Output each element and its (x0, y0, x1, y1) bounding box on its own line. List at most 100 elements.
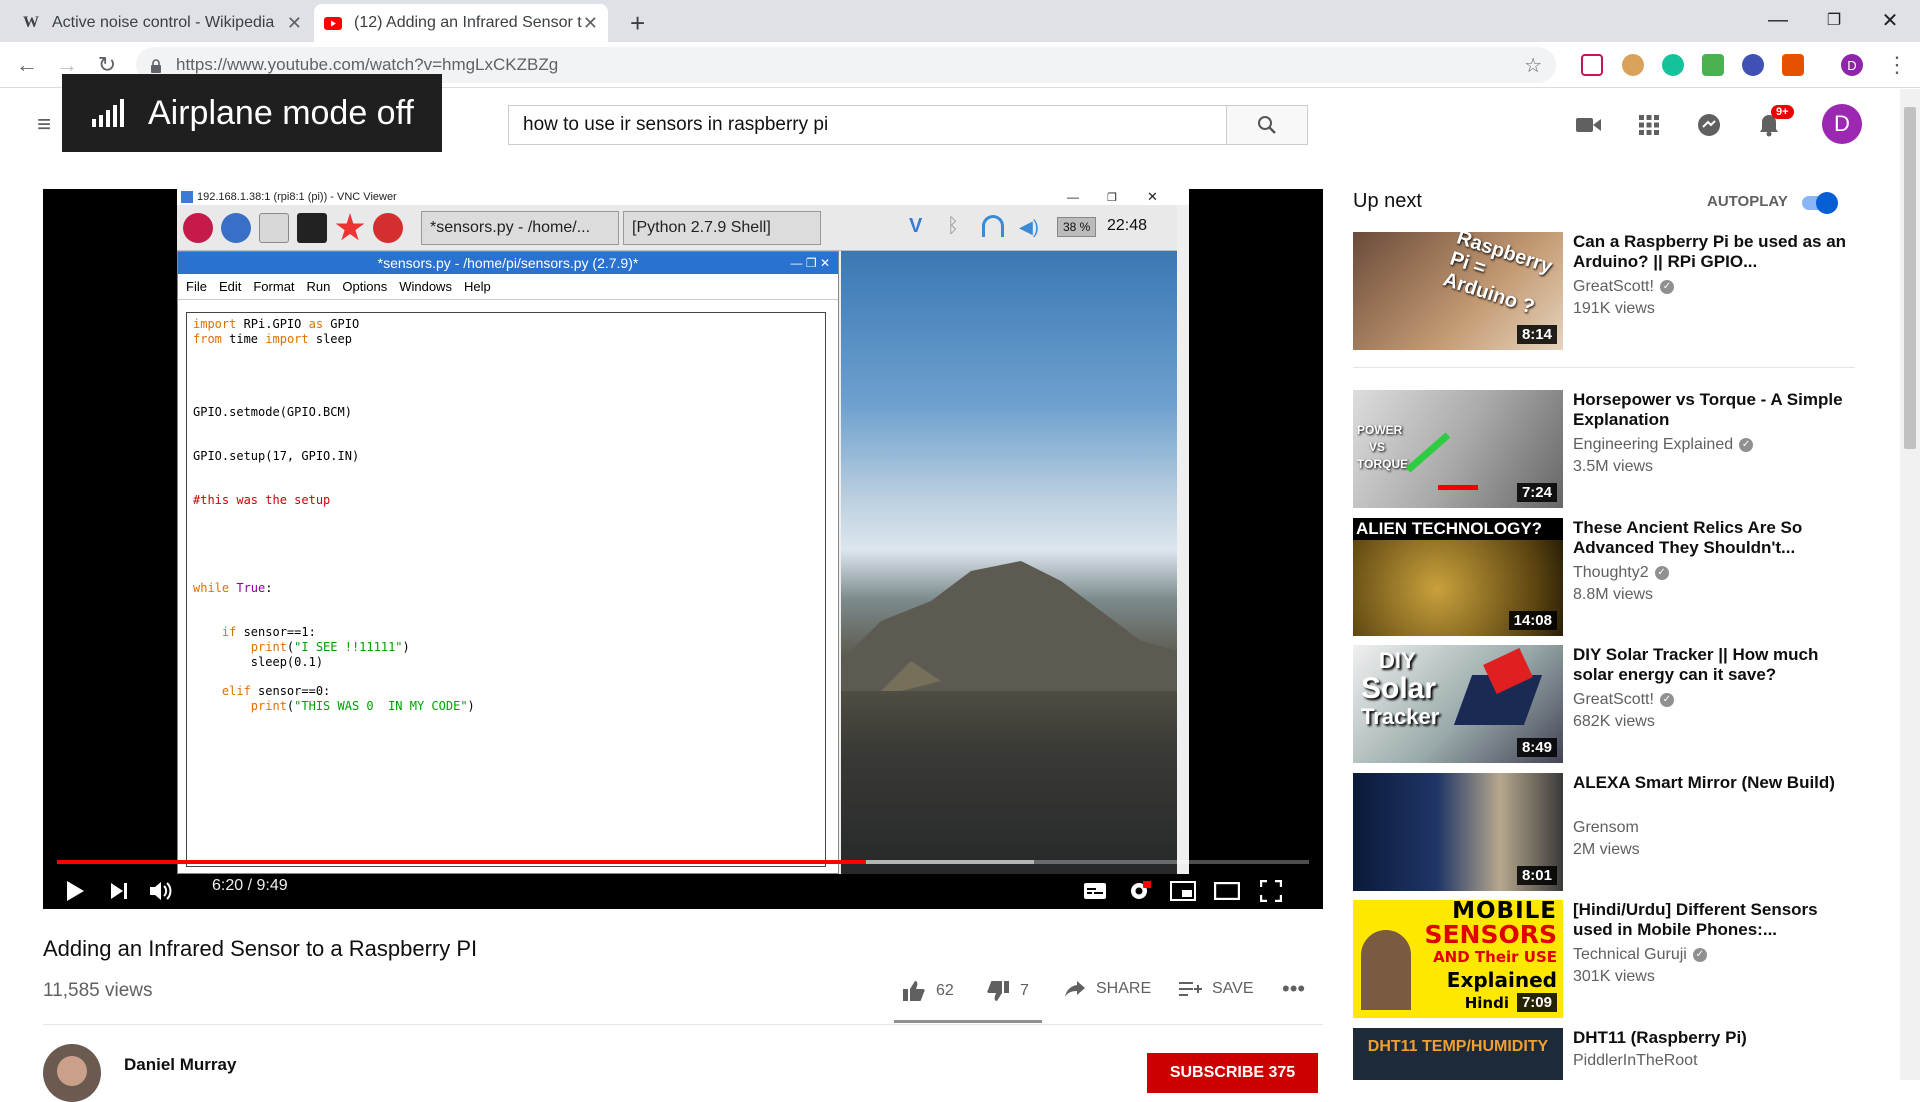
share-button[interactable]: SHARE (1064, 980, 1151, 998)
mute-button[interactable] (143, 873, 179, 909)
search-button[interactable] (1226, 105, 1308, 145)
close-tab-icon[interactable]: ✕ (583, 13, 598, 34)
bookmark-star-icon[interactable]: ☆ (1524, 53, 1542, 78)
subscribe-button[interactable]: SUBSCRIBE 375 (1147, 1053, 1318, 1093)
search-query: how to use ir sensors in raspberry pi (523, 114, 829, 135)
desktop-wallpaper (841, 251, 1177, 874)
cookie-extension-icon[interactable] (1622, 54, 1644, 76)
grammarly-extension-icon[interactable] (1662, 54, 1684, 76)
video-thumbnail[interactable]: Raspberry Pi = Arduino ? 8:14 (1353, 232, 1563, 350)
code-line: from time import sleep (193, 331, 352, 346)
code-line: sleep(0.1) (193, 654, 324, 669)
verified-icon: ✓ (1739, 437, 1754, 452)
wikipedia-icon: W (23, 14, 39, 31)
channel-text: Grensom (1573, 819, 1639, 836)
taskbar-sensors-task: *sensors.py - /home/... (421, 211, 619, 245)
channel-text: Thoughty2 (1573, 564, 1649, 581)
miniplayer-button[interactable] (1165, 873, 1201, 909)
signal-bars-icon (92, 99, 124, 127)
next-button[interactable] (101, 873, 137, 909)
thumb-word: SENSORS (1424, 920, 1557, 949)
dislike-button[interactable]: 7 (986, 980, 1029, 1002)
scrollbar-thumb[interactable] (1904, 107, 1916, 449)
tab-wikipedia[interactable]: W Active noise control - Wikipedia ✕ (12, 4, 312, 42)
video-player[interactable]: 192.168.1.38:1 (rpi8:1 (pi)) - VNC Viewe… (43, 189, 1323, 909)
close-tab-icon[interactable]: ✕ (287, 13, 302, 34)
video-thumbnail[interactable]: 8:01 (1353, 773, 1563, 891)
vnc-logo-icon (181, 191, 193, 203)
profile-avatar[interactable]: D (1841, 54, 1863, 76)
save-button[interactable]: SAVE (1178, 980, 1254, 998)
pocket-extension-icon[interactable] (1581, 54, 1603, 76)
channel-avatar[interactable] (43, 1044, 101, 1102)
office-extension-icon[interactable] (1782, 54, 1804, 76)
account-avatar[interactable]: D (1822, 104, 1862, 144)
share-icon (1065, 981, 1085, 997)
restore-icon[interactable]: ❐ (1806, 0, 1862, 40)
theater-mode-button[interactable] (1209, 873, 1245, 909)
recommended-video[interactable]: ALIEN TECHNOLOGY? 14:08 These Ancient Re… (1353, 518, 1853, 636)
autoplay-toggle[interactable] (1802, 192, 1838, 214)
recommended-video[interactable]: DHT11 TEMP/HUMIDITY DHT11 (Raspberry Pi)… (1353, 1028, 1853, 1080)
progress-bar[interactable] (57, 860, 1309, 864)
video-thumbnail[interactable]: DHT11 TEMP/HUMIDITY (1353, 1028, 1563, 1080)
minimize-icon[interactable]: — (1750, 0, 1806, 40)
recommended-video[interactable]: POWER VS TORQUE 7:24 Horsepower vs Torqu… (1353, 390, 1853, 508)
channel-text: Engineering Explained (1573, 436, 1734, 453)
recommended-video[interactable]: Raspberry Pi = Arduino ? 8:14 Can a Rasp… (1353, 232, 1853, 350)
create-video-icon[interactable] (1575, 111, 1603, 139)
close-window-icon[interactable]: ✕ (1862, 0, 1918, 40)
menu-file: File (186, 279, 207, 294)
channel-text: Technical Guruji (1573, 946, 1687, 963)
volume-icon (150, 882, 172, 900)
verified-icon: ✓ (1654, 565, 1669, 580)
video-thumbnail[interactable]: ALIEN TECHNOLOGY? 14:08 (1353, 518, 1563, 636)
share-label: SHARE (1096, 980, 1152, 997)
video-title: Horsepower vs Torque - A Simple Explanat… (1573, 390, 1843, 429)
hamburger-menu-icon[interactable]: ≡ (30, 111, 58, 139)
raspbian-taskbar: *sensors.py - /home/... [Python 2.7.9 Sh… (177, 205, 1177, 251)
messages-icon[interactable] (1695, 111, 1723, 139)
play-button[interactable] (57, 873, 93, 909)
recommended-video[interactable]: DIY Solar Tracker 8:49 DIY Solar Tracker… (1353, 645, 1853, 763)
subtitles-button[interactable] (1077, 873, 1113, 909)
browser-globe-icon (221, 213, 251, 243)
tab-youtube[interactable]: (12) Adding an Infrared Sensor to ✕ (314, 4, 608, 42)
channel-name: Thoughty2 ✓ (1573, 564, 1669, 582)
channel-name: GreatScott! ✓ (1573, 278, 1674, 296)
fullscreen-button[interactable] (1253, 873, 1289, 909)
gear-icon (1131, 881, 1151, 899)
video-duration: 8:49 (1516, 738, 1557, 757)
more-actions-icon[interactable]: ••• (1282, 976, 1305, 1002)
channel-name: Engineering Explained ✓ (1573, 436, 1754, 454)
rocket-extension-icon[interactable] (1742, 54, 1764, 76)
recommended-video[interactable]: MOBILE SENSORS AND Their USE Explained H… (1353, 900, 1853, 1018)
back-icon[interactable]: ← (10, 48, 44, 82)
vnc-close-icon: ✕ (1147, 189, 1158, 204)
channel-text: GreatScott! (1573, 278, 1654, 295)
video-thumbnail[interactable]: DIY Solar Tracker 8:49 (1353, 645, 1563, 763)
next-icon (111, 883, 127, 899)
settings-button[interactable] (1121, 873, 1157, 909)
page-scrollbar[interactable] (1900, 89, 1920, 1080)
channel-name[interactable]: Daniel Murray (124, 1055, 236, 1075)
code-line: GPIO.setup(17, GPIO.IN) (193, 449, 360, 464)
like-button[interactable]: 62 (902, 980, 954, 1002)
airplane-mode-toast: Airplane mode off (62, 74, 442, 152)
new-tab-button[interactable]: + (620, 4, 660, 42)
video-thumbnail[interactable]: MOBILE SENSORS AND Their USE Explained H… (1353, 900, 1563, 1018)
apps-grid-icon[interactable] (1635, 111, 1663, 139)
recommended-video[interactable]: 8:01 ALEXA Smart Mirror (New Build) Gren… (1353, 773, 1853, 891)
search-input[interactable]: how to use ir sensors in raspberry pi (508, 105, 1228, 145)
menu-format: Format (253, 279, 295, 294)
vnc-window: 192.168.1.38:1 (rpi8:1 (pi)) - VNC Viewe… (177, 189, 1189, 874)
time-display: 6:20 / 9:49 (212, 877, 288, 894)
more-menu-icon[interactable]: ⋮ (1880, 48, 1914, 82)
video-thumbnail[interactable]: POWER VS TORQUE 7:24 (1353, 390, 1563, 508)
inbox-extension-icon[interactable] (1702, 54, 1724, 76)
